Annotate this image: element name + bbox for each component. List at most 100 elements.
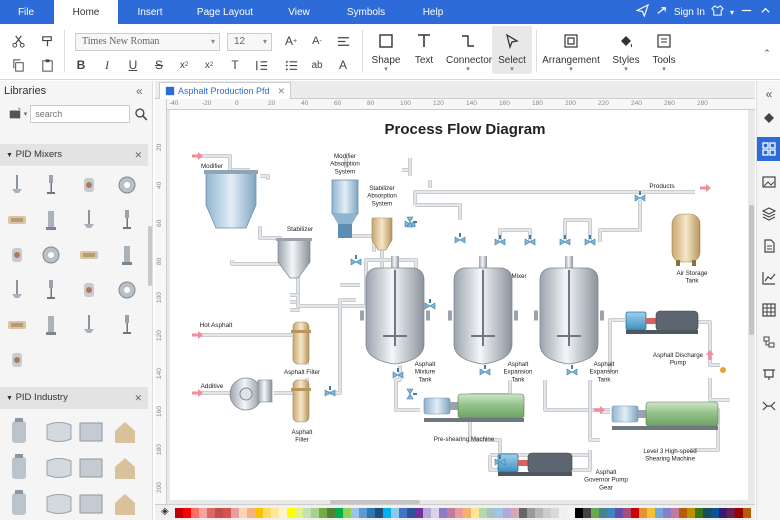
color-swatch[interactable]	[183, 508, 191, 518]
color-swatch[interactable]	[383, 508, 391, 518]
color-swatch[interactable]	[567, 508, 575, 518]
library-symbol[interactable]	[6, 313, 28, 337]
color-swatch[interactable]	[279, 508, 287, 518]
library-symbol[interactable]	[76, 489, 106, 519]
color-swatch[interactable]	[543, 508, 551, 518]
diagram-page[interactable]: Process Flow Diagram Modifier Modifier Abso…	[170, 110, 748, 500]
layers-icon[interactable]	[760, 205, 778, 223]
italic-icon[interactable]: I	[98, 56, 116, 74]
color-swatch[interactable]	[367, 508, 375, 518]
library-symbol[interactable]	[116, 278, 138, 302]
library-symbol[interactable]	[4, 417, 34, 447]
color-swatch[interactable]	[375, 508, 383, 518]
color-swatch[interactable]	[295, 508, 303, 518]
minimize-icon[interactable]	[740, 4, 753, 20]
tab-view[interactable]: View	[280, 0, 318, 24]
library-symbol[interactable]	[6, 208, 28, 232]
send-icon[interactable]	[634, 3, 649, 20]
fill-bucket-icon[interactable]: ◈	[161, 506, 169, 517]
library-symbol[interactable]	[40, 243, 62, 267]
library-symbol[interactable]	[76, 417, 106, 447]
shirt-icon[interactable]	[711, 4, 724, 20]
color-swatch[interactable]	[255, 508, 263, 518]
close-section-icon[interactable]: ✕	[134, 387, 142, 409]
subscript-icon[interactable]: x2	[200, 56, 218, 74]
arrangement-button[interactable]: Arrangement ▾	[542, 26, 600, 74]
color-swatch[interactable]	[743, 508, 751, 518]
bold-icon[interactable]: B	[72, 56, 90, 74]
color-swatch[interactable]	[551, 508, 559, 518]
library-menu-icon[interactable]	[6, 105, 24, 123]
color-swatch[interactable]	[415, 508, 423, 518]
library-symbol[interactable]	[110, 489, 140, 519]
color-swatch[interactable]	[679, 508, 687, 518]
text-tool-button[interactable]: Text	[404, 26, 444, 74]
library-symbol[interactable]	[4, 453, 34, 483]
color-swatch[interactable]	[639, 508, 647, 518]
shape-tool-button[interactable]: Shape ▾	[366, 26, 406, 74]
library-symbol[interactable]	[6, 278, 28, 302]
library-symbol[interactable]	[78, 208, 100, 232]
color-swatch[interactable]	[351, 508, 359, 518]
text-style-icon[interactable]: T	[226, 56, 244, 74]
color-swatch[interactable]	[727, 508, 735, 518]
strikethrough-icon[interactable]: S	[150, 56, 168, 74]
library-section-pid-mixers[interactable]: ▼ PID Mixers ✕	[0, 144, 148, 166]
color-swatch[interactable]	[559, 508, 567, 518]
color-swatch[interactable]	[519, 508, 527, 518]
color-swatch[interactable]	[303, 508, 311, 518]
styles-button[interactable]: Styles ▾	[606, 26, 646, 74]
text-case-icon[interactable]: ab	[308, 56, 326, 74]
color-swatch[interactable]	[287, 508, 295, 518]
color-swatch[interactable]	[647, 508, 655, 518]
library-symbol[interactable]	[116, 173, 138, 197]
color-swatch[interactable]	[199, 508, 207, 518]
library-symbol[interactable]	[78, 243, 100, 267]
color-swatch[interactable]	[631, 508, 639, 518]
color-swatch[interactable]	[607, 508, 615, 518]
presentation-icon[interactable]	[760, 365, 778, 383]
color-swatch[interactable]	[591, 508, 599, 518]
org-chart-icon[interactable]	[760, 333, 778, 351]
sign-in-link[interactable]: Sign In	[674, 7, 705, 18]
library-symbol[interactable]	[6, 173, 28, 197]
color-swatch[interactable]	[223, 508, 231, 518]
paste-icon[interactable]	[38, 56, 56, 74]
color-swatch[interactable]	[687, 508, 695, 518]
color-swatch[interactable]	[695, 508, 703, 518]
format-painter-icon[interactable]	[38, 32, 56, 50]
color-swatch[interactable]	[423, 508, 431, 518]
expand-panel-icon[interactable]: «	[760, 85, 778, 103]
search-icon[interactable]	[134, 107, 148, 121]
color-swatch[interactable]	[215, 508, 223, 518]
color-swatch[interactable]	[447, 508, 455, 518]
library-section-pid-industry[interactable]: ▼ PID Industry ✕	[0, 387, 148, 409]
library-symbol[interactable]	[116, 243, 138, 267]
color-swatch[interactable]	[263, 508, 271, 518]
color-swatch[interactable]	[207, 508, 215, 518]
library-symbol[interactable]	[44, 453, 74, 483]
color-swatch[interactable]	[271, 508, 279, 518]
page-icon[interactable]	[760, 237, 778, 255]
library-symbol[interactable]	[116, 313, 138, 337]
library-symbol[interactable]	[110, 417, 140, 447]
library-symbol[interactable]	[76, 453, 106, 483]
grid-layout-icon[interactable]	[757, 137, 780, 161]
color-swatch[interactable]	[623, 508, 631, 518]
library-symbol[interactable]	[4, 489, 34, 519]
tools-button[interactable]: Tools ▾	[644, 26, 684, 74]
copy-icon[interactable]	[9, 56, 27, 74]
align-icon[interactable]	[334, 32, 352, 50]
fill-icon[interactable]	[760, 109, 778, 127]
library-symbol[interactable]	[110, 453, 140, 483]
library-symbol[interactable]	[40, 313, 62, 337]
tab-insert[interactable]: Insert	[126, 0, 174, 24]
close-tab-icon[interactable]: ✕	[277, 83, 285, 99]
collapse-ribbon-icon[interactable]: ⌃	[758, 44, 776, 62]
library-symbol[interactable]	[78, 173, 100, 197]
color-swatch[interactable]	[455, 508, 463, 518]
color-swatch[interactable]	[703, 508, 711, 518]
color-swatch[interactable]	[535, 508, 543, 518]
font-size-select[interactable]: 12 ▾	[227, 33, 272, 51]
color-swatch[interactable]	[527, 508, 535, 518]
